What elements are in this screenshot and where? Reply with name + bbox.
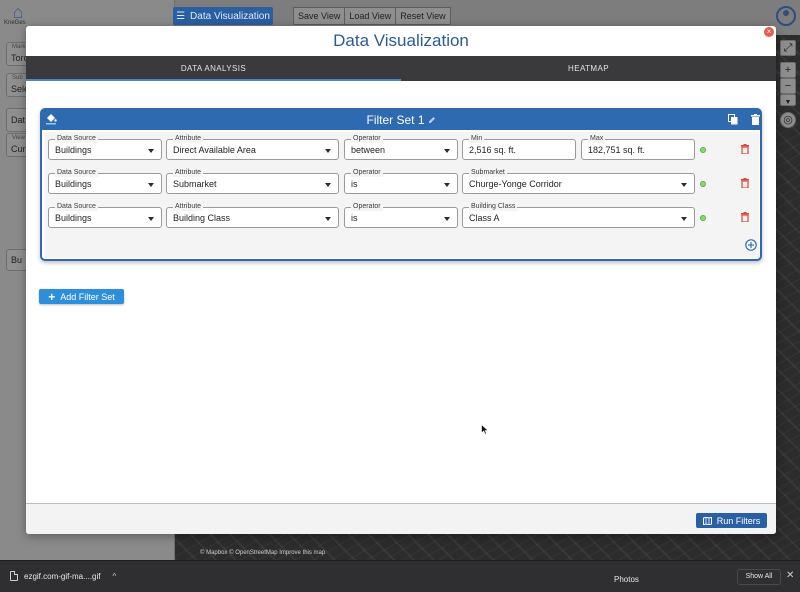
data-source-select[interactable]: Data Source Buildings: [48, 202, 162, 228]
attribute-select[interactable]: Attribute Building Class: [166, 202, 339, 228]
download-file-name: ezgif.com-gif-ma....gif: [24, 571, 101, 581]
user-avatar-icon[interactable]: [776, 6, 796, 26]
fullscreen-icon[interactable]: ⤢: [780, 40, 796, 56]
chevron-down-icon: [444, 149, 450, 153]
reset-view-button[interactable]: Reset View: [396, 8, 449, 24]
chevron-down-icon: [444, 183, 450, 187]
tab-data-analysis[interactable]: DATA ANALYSIS: [26, 56, 401, 81]
show-all-button[interactable]: Show All: [737, 569, 781, 585]
map-icon: [702, 516, 712, 525]
mouse-cursor-icon: [481, 424, 489, 435]
load-view-button[interactable]: Load View: [345, 8, 397, 24]
data-source-select[interactable]: Data Source Buildings: [48, 134, 162, 160]
operator-select[interactable]: Operator is: [344, 168, 458, 194]
min-input[interactable]: Min 2,516 sq. ft.: [462, 134, 576, 160]
download-item[interactable]: ezgif.com-gif-ma....gif ^: [10, 571, 116, 581]
filter-set-title: Filter Set 1: [366, 113, 425, 127]
zoom-in-button[interactable]: +: [780, 62, 796, 78]
downloads-bar: ezgif.com-gif-ma....gif ^ Photos Show Al…: [0, 560, 800, 592]
menu-icon: ☰: [176, 10, 186, 22]
run-filters-button[interactable]: Run Filters: [696, 513, 767, 528]
chevron-down-icon: [325, 183, 331, 187]
view-button-group: Save View Load View Reset View: [293, 7, 451, 25]
attribute-select[interactable]: Attribute Direct Available Area: [166, 134, 339, 160]
copy-icon[interactable]: [728, 114, 738, 125]
status-dot-icon: [700, 147, 706, 153]
submarket-select[interactable]: Submarket Churge-Yonge Corridor: [462, 168, 695, 194]
add-filter-set-button[interactable]: + Add Filter Set: [39, 289, 124, 304]
map-attribution: © Mapbox © OpenStreetMap Improve this ma…: [200, 550, 326, 556]
zoom-out-button[interactable]: −: [780, 78, 796, 94]
building-class-select[interactable]: Building Class Class A: [462, 202, 695, 228]
delete-row-icon[interactable]: [741, 144, 749, 154]
chevron-down-icon: [148, 183, 154, 187]
file-icon: [10, 571, 18, 581]
chevron-down-icon: [325, 217, 331, 221]
chevron-down-icon: [148, 217, 154, 221]
delete-row-icon[interactable]: [741, 212, 749, 222]
chevron-down-icon: [325, 149, 331, 153]
chevron-down-icon: [681, 183, 687, 187]
close-icon[interactable]: ×: [764, 27, 774, 37]
modal-footer: Run Filters: [26, 503, 776, 534]
add-filter-row-icon[interactable]: [745, 239, 757, 251]
chevron-down-icon: [444, 217, 450, 221]
delete-row-icon[interactable]: [741, 178, 749, 188]
status-dot-icon: [700, 181, 706, 187]
close-icon[interactable]: ✕: [786, 570, 794, 581]
geolocate-icon[interactable]: ◎: [780, 112, 796, 128]
filter-set-header: Filter Set 1: [42, 110, 760, 130]
paint-bucket-icon[interactable]: [45, 113, 57, 125]
modal-tabs: DATA ANALYSIS HEATMAP: [26, 56, 776, 81]
data-visualization-modal: Data Visualization × DATA ANALYSIS HEATM…: [26, 26, 776, 534]
attribute-select[interactable]: Attribute Submarket: [166, 168, 339, 194]
filter-row: Data Source Buildings Attribute Building…: [48, 202, 756, 231]
chevron-up-icon[interactable]: ^: [112, 572, 116, 581]
data-visualization-button[interactable]: ☰ Data Visualization: [173, 7, 273, 25]
max-input[interactable]: Max 182,751 sq. ft.: [581, 134, 695, 160]
photos-label: Photos: [614, 575, 639, 584]
filter-set-body: Data Source Buildings Attribute Direct A…: [45, 132, 759, 258]
chevron-down-icon: [148, 149, 154, 153]
filter-row: Data Source Buildings Attribute Submarke…: [48, 168, 756, 197]
logo-label: KneGes: [4, 20, 26, 26]
filter-row: Data Source Buildings Attribute Direct A…: [48, 134, 756, 163]
operator-select[interactable]: Operator between: [344, 134, 458, 160]
save-view-button[interactable]: Save View: [294, 8, 346, 24]
trash-icon[interactable]: [751, 114, 760, 125]
compass-icon[interactable]: ▼: [780, 94, 796, 106]
pencil-icon[interactable]: [428, 116, 436, 124]
filter-set-card: Filter Set 1 Data Source Buildings Attri…: [40, 108, 762, 261]
modal-title: Data Visualization: [333, 31, 469, 50]
chevron-down-icon: [681, 217, 687, 221]
status-dot-icon: [700, 215, 706, 221]
plus-icon: +: [48, 289, 56, 304]
tab-heatmap[interactable]: HEATMAP: [401, 56, 776, 81]
data-source-select[interactable]: Data Source Buildings: [48, 168, 162, 194]
operator-select[interactable]: Operator is: [344, 202, 458, 228]
